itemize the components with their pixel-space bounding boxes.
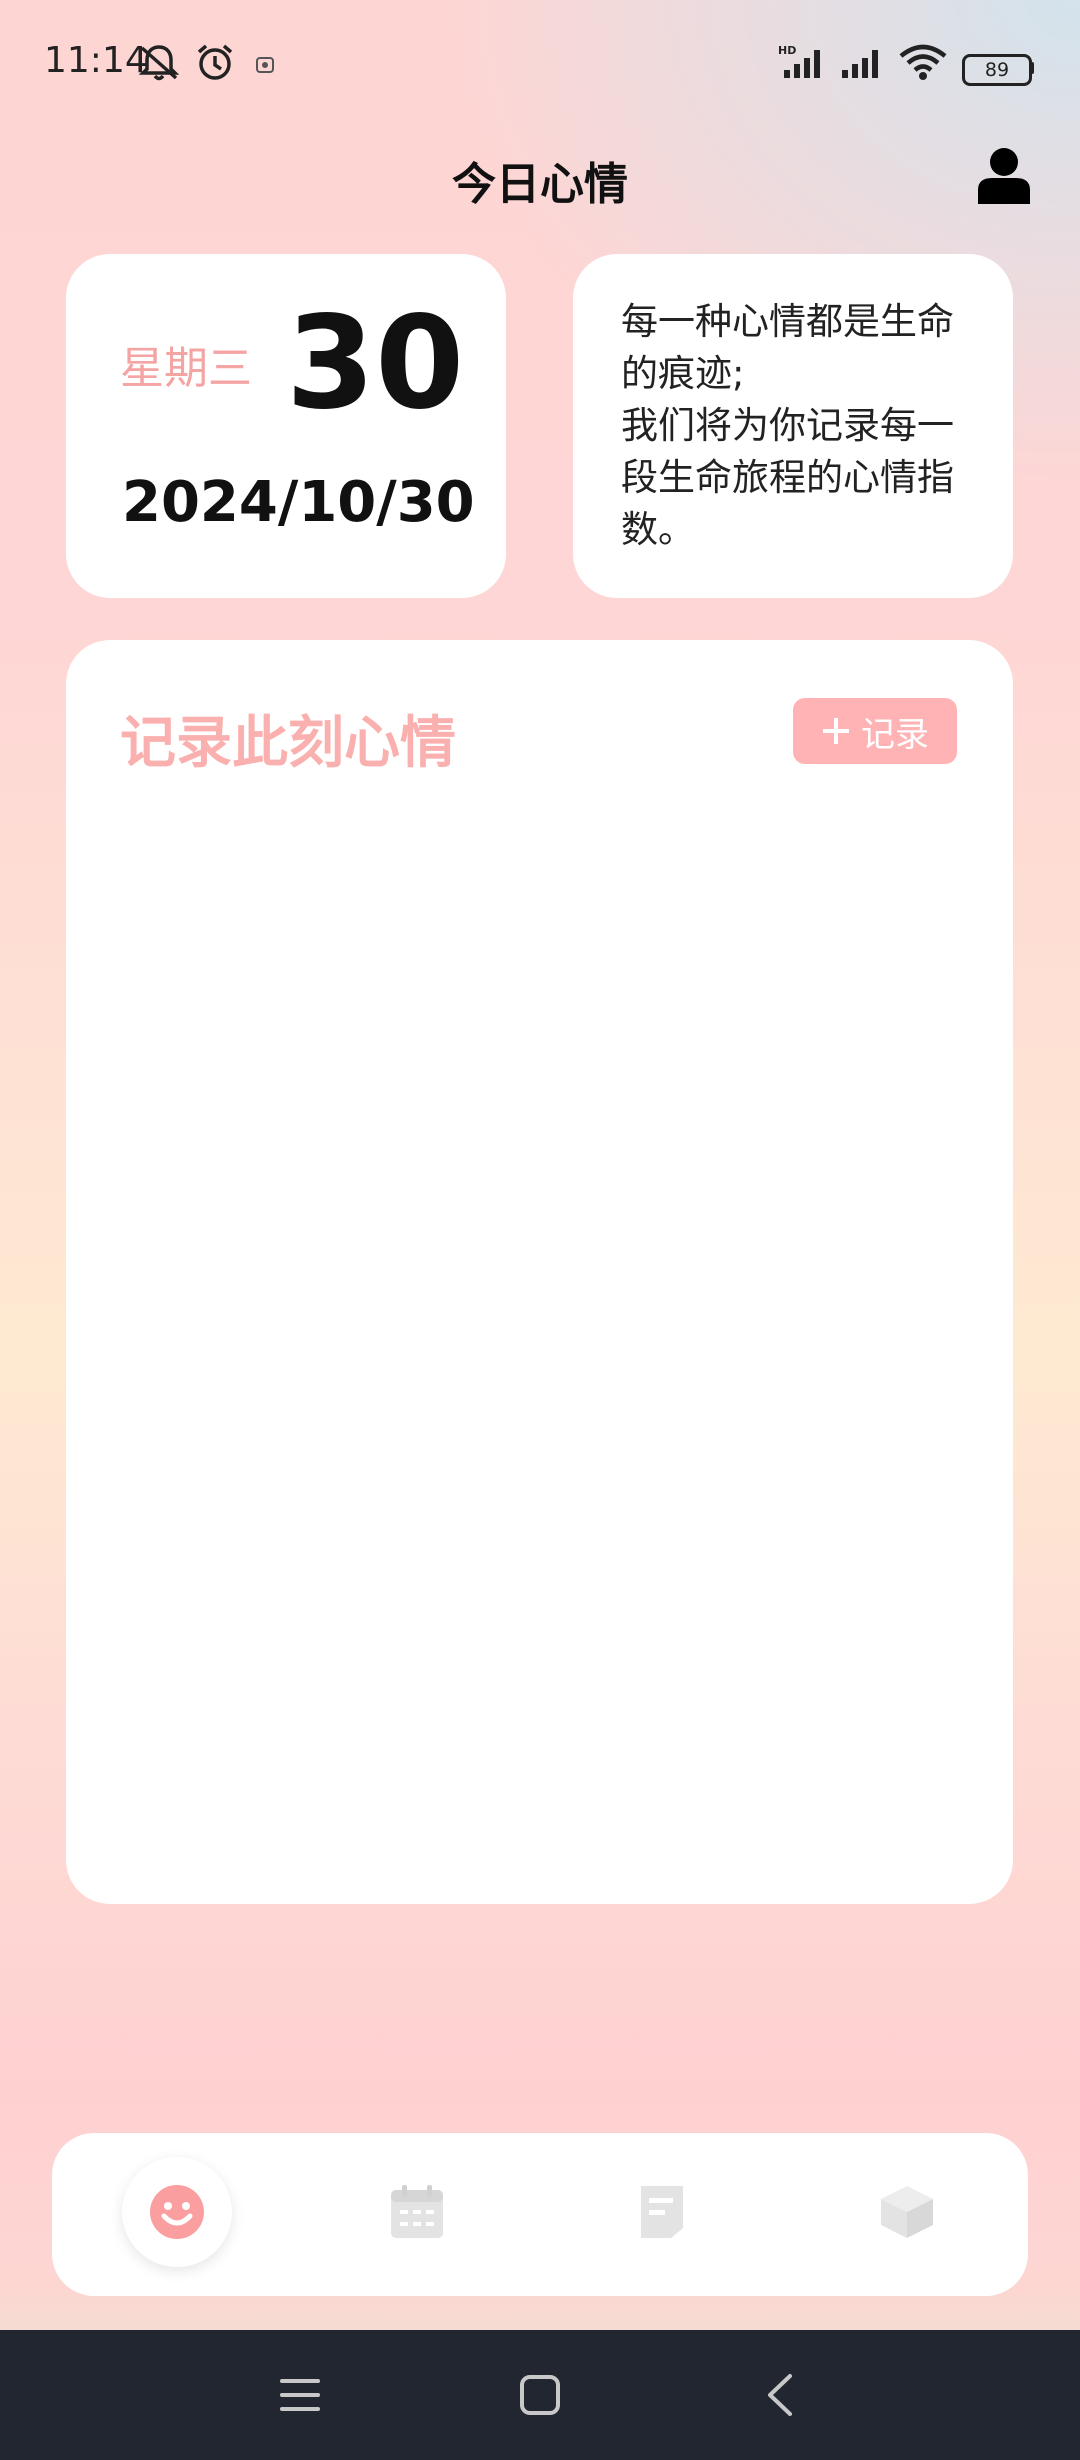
cube-icon: [881, 2186, 933, 2238]
tab-box[interactable]: [852, 2157, 962, 2267]
tab-notes[interactable]: [607, 2157, 717, 2267]
quote-text: 每一种心情都是生命的痕迹; 我们将为你记录每一段生命旅程的心情指数。: [621, 300, 954, 551]
user-icon[interactable]: [976, 146, 1032, 206]
hd-signal-icon: HD: [778, 44, 820, 78]
smile-icon: [150, 2185, 204, 2239]
notification-icon: [256, 57, 274, 73]
menu-icon: [280, 2379, 320, 2411]
record-mood-card: 记录此刻心情 记录: [66, 640, 1013, 1904]
weekday-label: 星期三: [120, 343, 252, 394]
page-title: 今日心情: [452, 159, 628, 210]
back-icon: [768, 2374, 792, 2416]
wifi-icon: [899, 44, 947, 80]
svg-text:HD: HD: [778, 44, 796, 57]
home-button[interactable]: [505, 2360, 575, 2430]
note-icon: [641, 2186, 683, 2238]
alarm-icon: [197, 44, 233, 80]
record-title: 记录此刻心情: [120, 711, 456, 776]
battery-tip: [1030, 62, 1034, 74]
status-time: 11:14: [44, 40, 148, 81]
full-date: 2024/10/30: [122, 470, 475, 535]
date-card: 星期三 30 2024/10/30: [66, 254, 506, 598]
plus-icon: [823, 718, 849, 744]
add-record-label: 记录: [861, 714, 929, 755]
quote-card: 每一种心情都是生命的痕迹; 我们将为你记录每一段生命旅程的心情指数。: [573, 254, 1013, 598]
tab-calendar[interactable]: [362, 2157, 472, 2267]
calendar-icon: [391, 2185, 443, 2238]
menu-button[interactable]: [265, 2360, 335, 2430]
home-icon: [520, 2375, 560, 2415]
tab-mood[interactable]: [122, 2157, 232, 2267]
status-bar: 11:14 HD 89: [0, 0, 1080, 135]
add-record-button[interactable]: 记录: [793, 698, 957, 764]
battery-indicator: 89: [962, 54, 1032, 86]
day-number: 30: [286, 289, 465, 438]
tab-bar: [52, 2133, 1028, 2296]
back-button[interactable]: [745, 2360, 815, 2430]
system-nav-bar: [0, 2330, 1080, 2460]
mute-bell-icon: [138, 45, 180, 81]
signal-icon: [842, 50, 878, 78]
